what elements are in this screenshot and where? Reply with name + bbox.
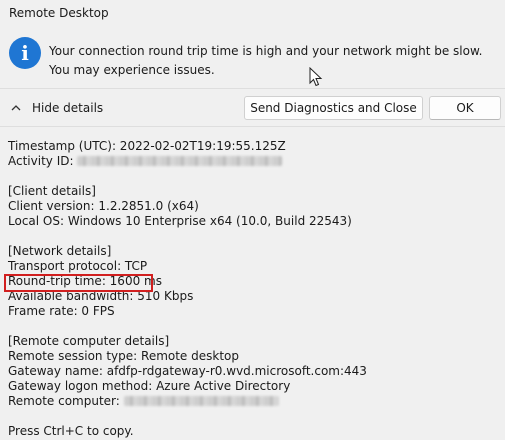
redacted-remote-computer [123, 396, 279, 406]
warning-message: Your connection round trip time is high … [49, 44, 483, 77]
frame-rate-line: Frame rate: 0 FPS [8, 304, 115, 318]
send-diagnostics-button[interactable]: Send Diagnostics and Close [244, 96, 423, 120]
window-title: Remote Desktop [9, 6, 109, 20]
session-type-line: Remote session type: Remote desktop [8, 349, 239, 363]
local-os-line: Local OS: Windows 10 Enterprise x64 (10.… [8, 214, 352, 228]
client-version-line: Client version: 1.2.2851.0 (x64) [8, 199, 199, 213]
hide-details-label: Hide details [32, 101, 104, 115]
timestamp-line: Timestamp (UTC): 2022-02-02T19:19:55.125… [8, 139, 286, 153]
ok-button[interactable]: OK [429, 96, 501, 120]
gateway-name-line: Gateway name: afdfp-rdgateway-r0.wvd.mic… [8, 364, 367, 378]
remote-computer-label: Remote computer: [8, 394, 124, 408]
activity-id-label: Activity ID: [8, 154, 78, 168]
gateway-logon-line: Gateway logon method: Azure Active Direc… [8, 379, 291, 393]
remote-computer-line: Remote computer: [8, 394, 505, 409]
round-trip-highlight-box [4, 274, 153, 292]
details-panel: Timestamp (UTC): 2022-02-02T19:19:55.125… [0, 126, 505, 440]
transport-protocol-line: Transport protocol: TCP [8, 259, 148, 273]
copy-hint-line: Press Ctrl+C to copy. [8, 424, 134, 438]
activity-id-line: Activity ID: [8, 154, 505, 169]
info-icon: i [9, 37, 41, 69]
remote-details-header: [Remote computer details] [8, 334, 170, 348]
hide-details-toggle[interactable]: Hide details [10, 98, 103, 118]
mouse-cursor-icon [309, 67, 323, 87]
actions-bar: Hide details Send Diagnostics and Close … [0, 88, 505, 126]
network-details-header: [Network details] [8, 244, 112, 258]
redacted-activity-id [77, 156, 283, 166]
message-row: i Your connection round trip time is hig… [0, 28, 505, 87]
client-details-header: [Client details] [8, 184, 96, 198]
chevron-up-icon [11, 105, 21, 111]
